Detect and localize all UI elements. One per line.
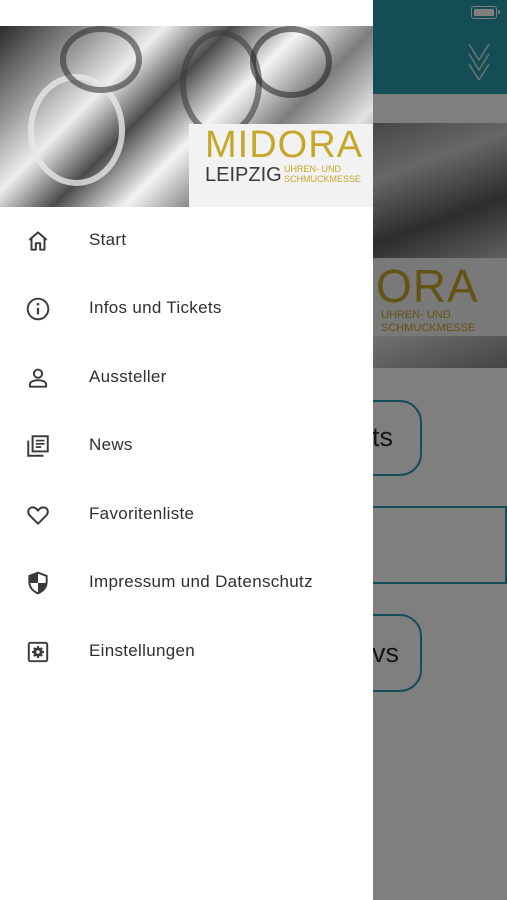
menu-item-label: Favoritenliste bbox=[89, 504, 195, 523]
drawer-header-image: MIDORA LEIPZIG UHREN- UND SCHMUCKMESSE bbox=[0, 26, 373, 207]
menu-item-label: Aussteller bbox=[89, 367, 167, 386]
ring-decoration bbox=[180, 30, 262, 137]
shield-icon bbox=[25, 570, 51, 596]
menu-item-label: Start bbox=[89, 230, 127, 249]
logo-city: LEIPZIG bbox=[205, 164, 282, 186]
info-icon bbox=[25, 296, 51, 322]
logo-subtitle-1: UHREN- UND bbox=[284, 164, 341, 174]
heart-icon bbox=[25, 502, 51, 528]
ring-decoration bbox=[60, 26, 142, 93]
menu-item-label: Impressum und Datenschutz bbox=[89, 572, 313, 591]
midora-logo-banner: MIDORA LEIPZIG UHREN- UND SCHMUCKMESSE bbox=[189, 124, 373, 207]
menu-item-news[interactable]: News bbox=[0, 412, 373, 480]
menu-item-label: Infos und Tickets bbox=[89, 298, 222, 317]
menu-item-label: News bbox=[89, 435, 133, 454]
navigation-drawer: MIDORA LEIPZIG UHREN- UND SCHMUCKMESSE S… bbox=[0, 0, 373, 900]
menu-item-aussteller[interactable]: Aussteller bbox=[0, 344, 373, 412]
menu-item-infos-tickets[interactable]: Infos und Tickets bbox=[0, 275, 373, 343]
home-icon bbox=[25, 228, 51, 254]
person-icon bbox=[25, 365, 51, 391]
logo-subtitle-2: SCHMUCKMESSE bbox=[284, 174, 362, 184]
news-icon bbox=[25, 433, 51, 459]
menu-item-favoritenliste[interactable]: Favoritenliste bbox=[0, 481, 373, 549]
menu-item-start[interactable]: Start bbox=[0, 207, 373, 275]
logo-title: MIDORA bbox=[205, 124, 363, 166]
menu-item-impressum-datenschutz[interactable]: Impressum und Datenschutz bbox=[0, 549, 373, 617]
ring-decoration bbox=[250, 26, 332, 98]
menu-item-einstellungen[interactable]: Einstellungen bbox=[0, 618, 373, 686]
settings-icon bbox=[25, 639, 51, 665]
menu-item-label: Einstellungen bbox=[89, 641, 195, 660]
